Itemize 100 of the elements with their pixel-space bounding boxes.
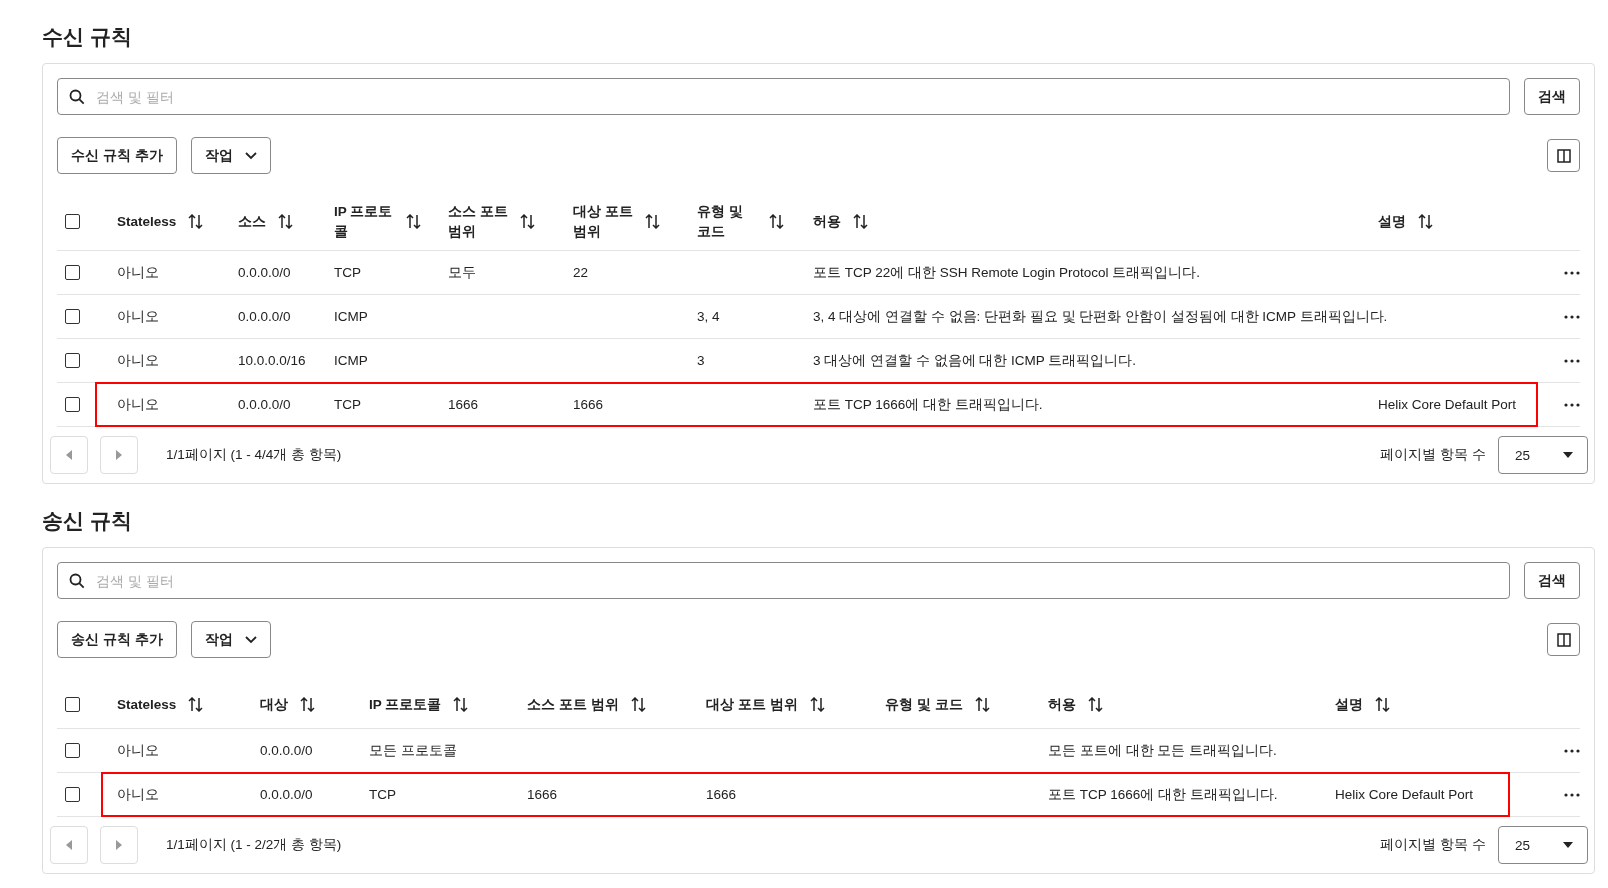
section-title: 송신 규칙 [42, 508, 133, 534]
sort-icon[interactable] [974, 697, 990, 712]
sort-icon[interactable] [278, 214, 293, 229]
add-rule-button[interactable]: 송신 규칙 추가 [57, 621, 177, 658]
triangle-right-icon [116, 450, 122, 460]
columns-icon [1556, 632, 1571, 647]
table-cell: 1666 [706, 787, 737, 802]
triangle-left-icon [66, 840, 72, 850]
table-cell: 모든 프로토콜 [369, 742, 457, 758]
checkbox[interactable] [65, 265, 80, 280]
checkbox[interactable] [65, 743, 80, 758]
checkbox[interactable] [65, 697, 80, 712]
table-cell: TCP [334, 397, 361, 412]
column-toggle-button[interactable] [1547, 139, 1580, 172]
table-cell: Helix Core Default Port [1378, 397, 1517, 412]
sort-icon[interactable] [520, 214, 535, 229]
table-cell: 1666 [527, 787, 558, 802]
table-cell: 아니오 [117, 786, 159, 802]
column-header[interactable]: Stateless [117, 211, 177, 232]
sort-icon[interactable] [1375, 697, 1390, 712]
checkbox[interactable] [65, 214, 80, 229]
more-icon[interactable] [1564, 270, 1580, 275]
sort-icon[interactable] [809, 697, 825, 712]
column-header[interactable]: 대상 포트 범위 [706, 694, 798, 715]
table-cell: 0.0.0.0/0 [238, 397, 291, 412]
table-cell: 아니오 [117, 352, 159, 368]
column-header[interactable]: IP 프로토콜 [369, 694, 442, 715]
search-icon [69, 89, 85, 105]
column-header[interactable]: IP 프로토콜 [334, 201, 394, 242]
page-size-select[interactable]: 25 [1498, 436, 1588, 474]
table-cell: 0.0.0.0/0 [260, 743, 313, 758]
table-cell: 22 [573, 265, 589, 280]
sort-icon[interactable] [630, 697, 646, 712]
caret-down-icon [1563, 452, 1573, 458]
sort-icon[interactable] [188, 697, 204, 712]
more-icon[interactable] [1564, 792, 1580, 797]
more-icon[interactable] [1564, 314, 1580, 319]
search-icon [69, 573, 85, 589]
caret-down-icon [1563, 842, 1573, 848]
sort-icon[interactable] [300, 697, 315, 712]
table-cell: 0.0.0.0/0 [260, 787, 313, 802]
table-cell: 10.0.0.0/16 [238, 353, 306, 368]
column-header[interactable]: 허용 [1048, 694, 1076, 715]
sort-icon[interactable] [406, 214, 421, 229]
table-cell: 포트 TCP 22에 대한 SSH Remote Login Protocol 트래픽입니다. [813, 264, 1201, 280]
column-header[interactable]: 대상 포트 범위 [573, 201, 633, 242]
column-header[interactable]: 소스 포트 범위 [448, 201, 508, 242]
table-cell: 3 [697, 353, 705, 368]
search-field[interactable]: 검색 및 필터 [57, 78, 1510, 115]
table-cell: Helix Core Default Port [1335, 787, 1474, 802]
table-cell: 0.0.0.0/0 [238, 265, 291, 280]
column-header[interactable]: Stateless [117, 694, 177, 715]
checkbox[interactable] [65, 309, 80, 324]
pagination-summary: 1/1페이지 (1 - 2/2개 총 항목) [166, 836, 342, 854]
sort-icon[interactable] [1418, 214, 1433, 229]
triangle-left-icon [66, 450, 72, 460]
column-header[interactable]: 소스 [238, 211, 266, 232]
column-header[interactable]: 소스 포트 범위 [527, 694, 619, 715]
actions-dropdown[interactable]: 작업 [190, 621, 271, 658]
sort-icon[interactable] [453, 697, 469, 712]
more-icon[interactable] [1564, 402, 1580, 407]
table-cell: 아니오 [117, 308, 159, 324]
actions-dropdown[interactable]: 작업 [190, 137, 271, 174]
table-cell: 모든 포트에 대한 모든 트래픽입니다. [1048, 742, 1277, 758]
page-size-select[interactable]: 25 [1498, 826, 1588, 864]
columns-icon [1556, 148, 1571, 163]
table-cell: 1666 [573, 397, 604, 412]
sort-icon[interactable] [853, 214, 868, 229]
table-cell: 3, 4 [697, 309, 720, 324]
page-size-label: 페이지별 항목 수 [1380, 836, 1486, 854]
more-icon[interactable] [1564, 358, 1580, 363]
add-rule-button[interactable]: 수신 규칙 추가 [57, 137, 177, 174]
column-header[interactable]: 유형 및 코드 [697, 201, 757, 242]
checkbox[interactable] [65, 353, 80, 368]
search-field[interactable]: 검색 및 필터 [57, 562, 1510, 599]
table-cell: TCP [369, 787, 396, 802]
sort-icon[interactable] [188, 214, 204, 229]
chevron-down-icon [244, 635, 257, 644]
table-cell: 포트 TCP 1666에 대한 트래픽입니다. [813, 396, 1043, 412]
column-header[interactable]: 허용 [813, 211, 841, 232]
table-cell: 3 대상에 연결할 수 없음에 대한 ICMP 트래픽입니다. [813, 352, 1137, 368]
search-button[interactable]: 검색 [1524, 562, 1580, 599]
table-cell: 포트 TCP 1666에 대한 트래픽입니다. [1048, 786, 1278, 802]
section-title: 수신 규칙 [42, 24, 133, 50]
checkbox[interactable] [65, 397, 80, 412]
sort-icon[interactable] [1088, 697, 1103, 712]
sort-icon[interactable] [645, 214, 660, 229]
chevron-down-icon [244, 151, 257, 160]
column-header[interactable]: 대상 [260, 694, 288, 715]
table-cell: 3, 4 대상에 연결할 수 없음: 단편화 필요 및 단편화 안함이 설정됨에 대한 ICMP 트래픽입니다. [813, 308, 1388, 324]
table-cell: 아니오 [117, 742, 159, 758]
checkbox[interactable] [65, 787, 80, 802]
column-header[interactable]: 설명 [1378, 211, 1406, 232]
table-cell: ICMP [334, 309, 368, 324]
column-header[interactable]: 유형 및 코드 [885, 694, 963, 715]
column-header[interactable]: 설명 [1335, 694, 1363, 715]
column-toggle-button[interactable] [1547, 623, 1580, 656]
search-button[interactable]: 검색 [1524, 78, 1580, 115]
more-icon[interactable] [1564, 748, 1580, 753]
sort-icon[interactable] [769, 214, 784, 229]
